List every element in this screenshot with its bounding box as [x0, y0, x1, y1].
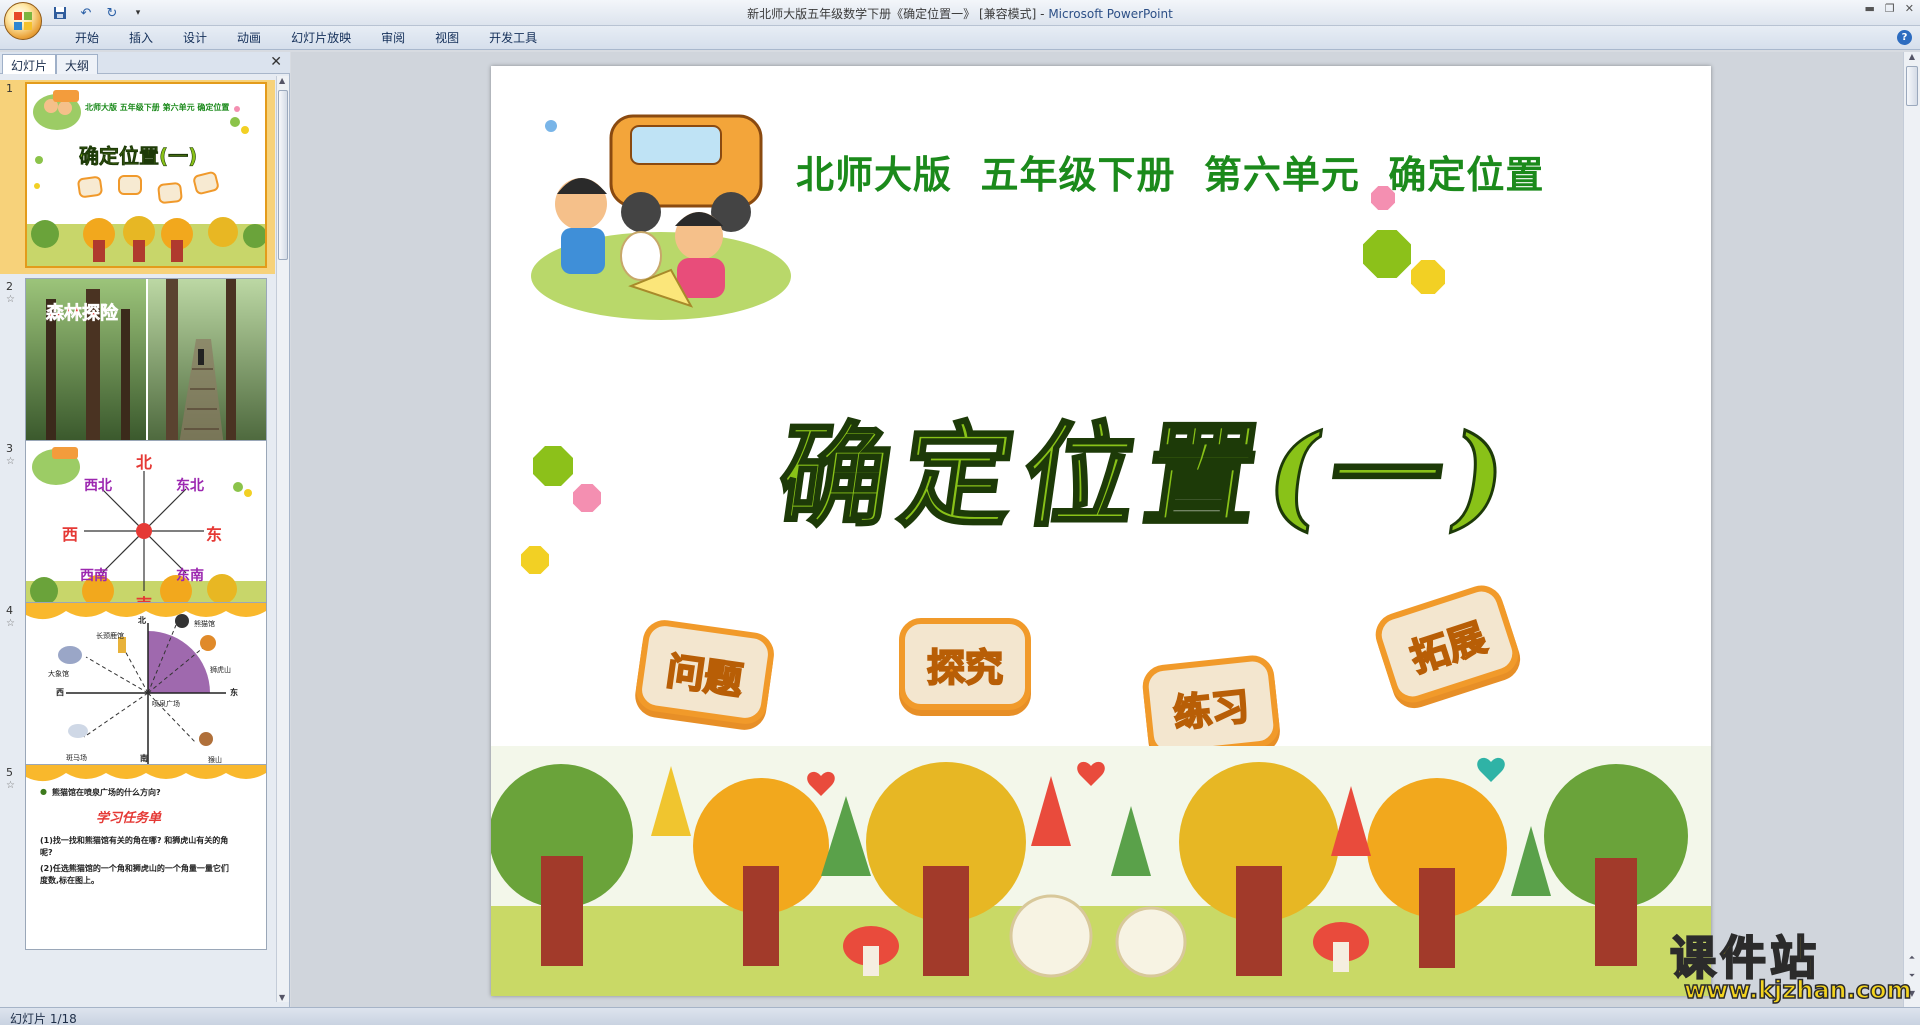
tag-extend: 拓展 [1370, 579, 1524, 709]
tab-slides[interactable]: 幻灯片 [2, 54, 57, 74]
tag-question: 问题 [633, 617, 777, 727]
slide-preview: ● 熊猫馆在喷泉广场的什么方向? 学习任务单 (1)找一找和熊猫馆有关的角在哪?… [25, 764, 267, 950]
restore-icon[interactable]: ❐ [1885, 2, 1895, 15]
slide-main-title: 确定位置(一) [769, 410, 1526, 544]
tab-review[interactable]: 审阅 [366, 30, 420, 46]
minimize-icon[interactable]: ▬ [1865, 2, 1875, 15]
tab-developer[interactable]: 开发工具 [474, 30, 552, 46]
tab-animations[interactable]: 动画 [222, 30, 276, 46]
slide-workspace: 北师大版 五年级下册 第六单元 确定位置 确定位置(一) 问题 探究 练习 拓展 [291, 52, 1903, 1007]
tab-design[interactable]: 设计 [168, 30, 222, 46]
status-bar: 幻灯片 1/18 [0, 1007, 1920, 1025]
thumb4-south: 南 [140, 754, 148, 763]
animation-star-icon: ☆ [6, 294, 15, 305]
thumb3-west: 西 [62, 525, 79, 544]
animation-star-icon: ☆ [6, 456, 15, 467]
slide-preview: 森林探险 [25, 278, 267, 464]
slide-canvas[interactable]: 北师大版 五年级下册 第六单元 确定位置 确定位置(一) 问题 探究 练习 拓展 [491, 66, 1711, 996]
close-icon[interactable]: ✕ [270, 54, 282, 70]
tab-home[interactable]: 开始 [60, 30, 114, 46]
window-controls: ▬ ❐ ✕ [1865, 2, 1915, 15]
thumb5-question: 熊猫馆在喷泉广场的什么方向? [52, 788, 161, 797]
scroll-up-icon[interactable]: ▲ [279, 76, 285, 85]
thumbnail-scrollbar[interactable]: ▲ ▼ [276, 76, 289, 1002]
kids-car-illustration [531, 114, 791, 320]
thumb3-north: 北 [136, 453, 153, 472]
slide-thumbnail-5[interactable]: 5 ☆ ● 熊猫馆在喷泉广场的什么方向? 学习任务单 (1)找一找和熊猫馆有关的… [0, 764, 275, 958]
thumb4-label-lion: 狮虎山 [210, 666, 231, 674]
thumb1-main: 确定位置(一) [79, 144, 198, 169]
document-title: 新北师大版五年级数学下册《确定位置一》 [兼容模式] - [747, 7, 1049, 21]
thumbnail-list: 1 北师大版 五年级下册 第六单元 确定位置 确定位置(一) 2 ☆ 森林探险 … [0, 76, 275, 1002]
thumb4-label-fountain: 喷泉广场 [152, 700, 180, 708]
scrollbar-thumb[interactable] [1906, 66, 1918, 106]
animation-star-icon: ☆ [6, 618, 15, 629]
thumb3-northeast: 东北 [176, 478, 204, 494]
tab-view[interactable]: 视图 [420, 30, 474, 46]
slide-counter: 幻灯片 1/18 [10, 1012, 77, 1025]
slide-number: 5 [6, 766, 13, 779]
thumb5-line1: (1)找一找和熊猫馆有关的角在哪? 和狮虎山有关的角呢? [40, 836, 229, 857]
slide-preview: 北师大版 五年级下册 第六单元 确定位置 确定位置(一) [25, 82, 267, 268]
help-icon[interactable]: ? [1897, 30, 1912, 45]
thumb3-southeast: 东南 [176, 568, 204, 584]
slide-number: 3 [6, 442, 13, 455]
tab-insert[interactable]: 插入 [114, 30, 168, 46]
scroll-up-icon[interactable]: ▲ [1904, 52, 1920, 66]
forest-border-illustration [491, 746, 1711, 996]
thumb2-title: 森林探险 [46, 303, 119, 325]
slide-number: 2 [6, 280, 13, 293]
yellow-octagon-decoration [521, 546, 549, 574]
green-octagon-decoration [533, 446, 573, 486]
pink-octagon-decoration [573, 484, 601, 512]
slide-preview: 北 南 东 西 东北 西北 东南 西南 [25, 440, 267, 626]
tag-practice: 练习 [1140, 653, 1282, 759]
kjzhan-watermark: 课件站 www.kjzhan.com [1669, 922, 1912, 1006]
thumb4-label-giraffe: 长颈鹿馆 [96, 632, 124, 640]
thumb4-label-panda: 熊猫馆 [194, 620, 215, 628]
slide-thumbnail-1[interactable]: 1 北师大版 五年级下册 第六单元 确定位置 确定位置(一) [0, 80, 275, 274]
slide-preview: 北 南 东 西 熊猫馆 长颈鹿馆 大象馆 狮虎山 猴山 斑马场 喷泉广场 [25, 602, 267, 788]
thumb1-header: 北师大版 五年级下册 第六单元 确定位置 [85, 103, 230, 112]
thumb3-east: 东 [206, 525, 223, 544]
thumb3-southwest: 西南 [80, 568, 108, 584]
thumb4-west: 西 [56, 688, 64, 697]
office-logo-icon [14, 12, 32, 30]
yellow-octagon-decoration [1411, 260, 1445, 294]
slide-subtitle: 北师大版 五年级下册 第六单元 确定位置 [796, 153, 1545, 197]
app-name: Microsoft PowerPoint [1048, 7, 1173, 21]
slide-scrollbar[interactable]: ▲ ⏶ ⏷ ▼ [1903, 52, 1920, 1007]
tab-slideshow[interactable]: 幻灯片放映 [276, 30, 366, 46]
slides-pane: 幻灯片 大纲 ✕ 1 北师大版 五年级下册 第六单元 确定位置 确定位置(一) … [0, 52, 290, 1007]
pane-tabs: 幻灯片 大纲 ✕ [0, 52, 290, 74]
bullet-icon: ● [40, 787, 47, 796]
thumb5-heading: 学习任务单 [96, 811, 162, 826]
tab-outline[interactable]: 大纲 [56, 54, 99, 74]
thumb5-line2: (2)任选熊猫馆的一个角和狮虎山的一个角量一量它们度数,标在图上。 [40, 864, 229, 885]
animation-star-icon: ☆ [6, 780, 15, 791]
ribbon-tabs: 开始 插入 设计 动画 幻灯片放映 审阅 视图 开发工具 ? [0, 26, 1920, 50]
window-title: 新北师大版五年级数学下册《确定位置一》 [兼容模式] - Microsoft P… [0, 5, 1920, 22]
title-bar: ↶ ↻ ▾ 新北师大版五年级数学下册《确定位置一》 [兼容模式] - Micro… [0, 0, 1920, 40]
scrollbar-thumb[interactable] [278, 90, 288, 260]
watermark-url: www.kjzhan.com [1683, 975, 1912, 1005]
thumb3-northwest: 西北 [84, 478, 112, 494]
green-octagon-decoration [1363, 230, 1411, 278]
slide-number: 4 [6, 604, 13, 617]
thumb4-label-zebra: 斑马场 [66, 754, 87, 762]
thumb4-east: 东 [230, 688, 238, 697]
previous-slide-icon[interactable]: ⏶ [1904, 953, 1920, 967]
thumb4-north: 北 [138, 616, 146, 625]
tag-explore: 探究 [899, 618, 1031, 710]
slide-number: 1 [6, 82, 13, 95]
close-window-icon[interactable]: ✕ [1905, 2, 1914, 15]
thumb4-label-elephant: 大象馆 [48, 670, 69, 678]
office-button[interactable] [4, 2, 42, 40]
scroll-down-icon[interactable]: ▼ [279, 993, 285, 1002]
